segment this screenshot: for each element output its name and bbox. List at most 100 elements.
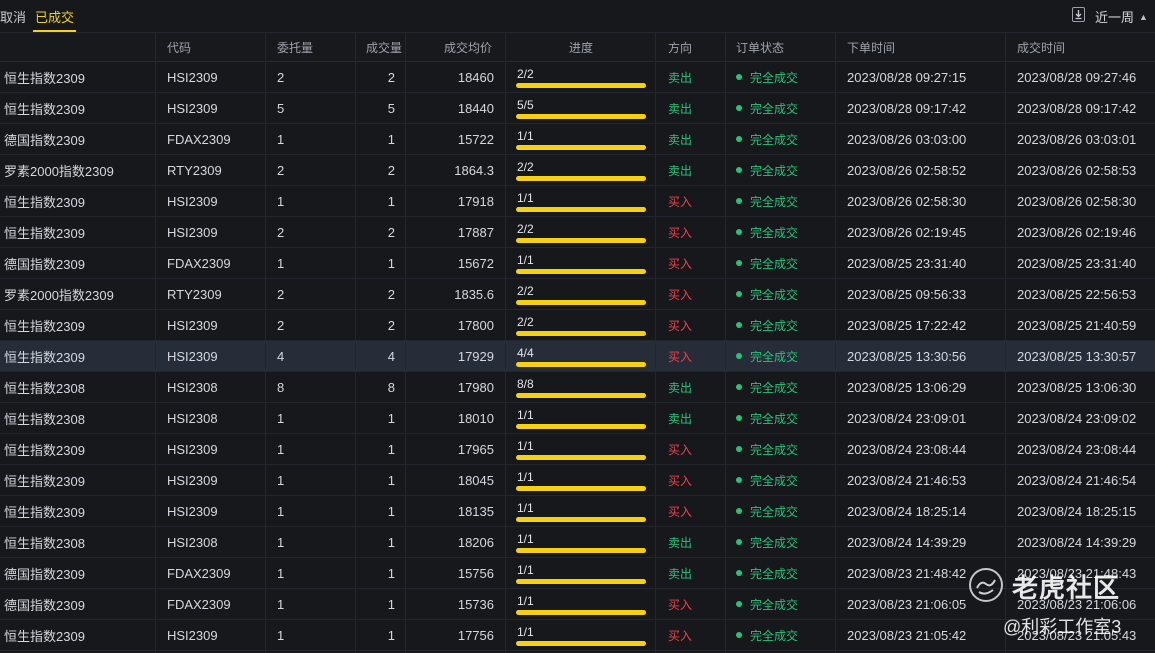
progress-text: 5/5 (517, 97, 534, 112)
period-select[interactable]: 近一周 ▲ (1095, 7, 1148, 26)
progress-fill (516, 299, 646, 305)
avg-price: 18206 (457, 534, 494, 550)
status-dot-icon (736, 415, 742, 421)
status-cell: 完全成交 (736, 620, 834, 650)
placed-time: 2023/08/25 23:31:40 (847, 255, 967, 271)
avg-price: 17980 (457, 379, 494, 395)
order-qty: 2 (277, 286, 285, 302)
filled-time: 2023/08/25 22:56:53 (1017, 286, 1137, 302)
progress-bar: 2/2 (506, 310, 646, 340)
order-qty: 1 (277, 472, 285, 488)
table-row[interactable]: 罗素2000指数2309 RTY2309 2 2 1835.6 2/2 买入 完全成交 2023… (0, 279, 1155, 310)
col-header-code[interactable]: 代码 (167, 33, 262, 61)
progress-fill (516, 454, 646, 460)
order-qty: 1 (277, 596, 285, 612)
filled-time: 2023/08/23 21:48:43 (1017, 565, 1137, 581)
status-dot-icon (736, 539, 742, 545)
status-label: 完全成交 (750, 380, 799, 395)
order-qty: 1 (277, 534, 285, 550)
placed-time: 2023/08/25 13:06:29 (847, 379, 967, 395)
direction-cell: 卖出 (668, 93, 726, 123)
progress-track (516, 361, 646, 367)
progress-bar: 1/1 (506, 620, 646, 650)
progress-cell: 8/8 (506, 372, 656, 402)
progress-text: 1/1 (517, 562, 534, 577)
table-row[interactable]: 德国指数2309 FDAX2309 1 1 15736 1/1 买入 完全成交 2023/08/… (0, 589, 1155, 620)
instrument-code: FDAX2309 (167, 255, 231, 271)
filled-time: 2023/08/26 02:19:46 (1017, 224, 1137, 240)
progress-track (516, 392, 646, 398)
status-dot-icon (736, 508, 742, 514)
table-row[interactable]: 恒生指数2309 HSI2309 2 2 17800 2/2 买入 完全成交 2023/08/2… (0, 310, 1155, 341)
table-row[interactable]: 恒生指数2309 HSI2309 1 1 17918 1/1 买入 完全成交 2023/08/2… (0, 186, 1155, 217)
column-divider (355, 33, 356, 653)
progress-cell: 1/1 (506, 589, 656, 619)
filled-time: 2023/08/25 23:31:40 (1017, 255, 1137, 271)
tab-cancelled[interactable]: 取消 (0, 7, 26, 26)
period-select-label: 近一周 (1095, 10, 1135, 25)
status-dot-icon (736, 353, 742, 359)
caret-up-icon: ▲ (1139, 12, 1148, 22)
progress-bar: 1/1 (506, 186, 646, 216)
progress-text: 1/1 (517, 469, 534, 484)
status-cell: 完全成交 (736, 310, 834, 340)
status-label: 完全成交 (750, 535, 799, 550)
col-header-placed-time[interactable]: 下单时间 (847, 33, 1007, 61)
progress-cell: 1/1 (506, 186, 656, 216)
progress-bar: 1/1 (506, 124, 646, 154)
table-row[interactable]: 恒生指数2309 HSI2309 1 1 18045 1/1 买入 完全成交 2023/08/2… (0, 465, 1155, 496)
progress-bar: 2/2 (506, 217, 646, 247)
col-header-filled-time[interactable]: 成交时间 (1017, 33, 1155, 61)
direction-label: 卖出 (668, 535, 693, 550)
filled-time: 2023/08/25 13:06:30 (1017, 379, 1137, 395)
progress-bar: 1/1 (506, 434, 646, 464)
progress-fill (516, 113, 646, 119)
instrument-name: 恒生指数2309 (4, 225, 85, 241)
progress-cell: 1/1 (506, 496, 656, 526)
status-cell: 完全成交 (736, 217, 834, 247)
table-row[interactable]: 德国指数2309 FDAX2309 1 1 15756 1/1 卖出 完全成交 2023/08/… (0, 558, 1155, 589)
order-qty: 1 (277, 255, 285, 271)
table-row[interactable]: 恒生指数2309 HSI2309 1 1 18135 1/1 买入 完全成交 2023/08/2… (0, 496, 1155, 527)
table-row[interactable]: 恒生指数2309 HSI2309 2 2 17887 2/2 买入 完全成交 2023/08/2… (0, 217, 1155, 248)
table-row[interactable]: 恒生指数2309 HSI2309 5 5 18440 5/5 卖出 完全成交 2023/08/2… (0, 93, 1155, 124)
progress-cell: 4/4 (506, 341, 656, 371)
instrument-code: HSI2309 (167, 224, 218, 240)
avg-price: 17887 (457, 224, 494, 240)
table-row[interactable]: 恒生指数2308 HSI2308 1 1 18010 1/1 卖出 完全成交 2023/08/2… (0, 403, 1155, 434)
filled-time: 2023/08/24 21:46:54 (1017, 472, 1137, 488)
col-header-filled-qty[interactable]: 成交量 (366, 33, 406, 61)
instrument-name: 恒生指数2309 (4, 318, 85, 334)
col-header-status[interactable]: 订单状态 (736, 33, 834, 61)
status-label: 完全成交 (750, 256, 799, 271)
col-header-order-qty[interactable]: 委托量 (277, 33, 357, 61)
table-row[interactable]: 恒生指数2308 HSI2308 8 8 17980 8/8 卖出 完全成交 2023/08/2… (0, 372, 1155, 403)
table-row[interactable]: 恒生指数2309 HSI2309 1 1 17965 1/1 买入 完全成交 2023/08/2… (0, 434, 1155, 465)
progress-bar: 1/1 (506, 589, 646, 619)
status-cell: 完全成交 (736, 589, 834, 619)
table-row[interactable]: 罗素2000指数2309 RTY2309 2 2 1864.3 2/2 卖出 完全成交 2023… (0, 155, 1155, 186)
col-header-direction[interactable]: 方向 (668, 33, 726, 61)
download-icon[interactable] (1072, 7, 1085, 22)
instrument-name: 德国指数2309 (4, 566, 85, 582)
filled-qty: 8 (387, 379, 395, 395)
table-row[interactable]: 恒生指数2308 HSI2308 1 1 18206 1/1 卖出 完全成交 2023/08/2… (0, 527, 1155, 558)
progress-cell: 1/1 (506, 465, 656, 495)
placed-time: 2023/08/26 02:19:45 (847, 224, 967, 240)
table-row[interactable]: 德国指数2309 FDAX2309 1 1 15722 1/1 卖出 完全成交 2023/08/… (0, 124, 1155, 155)
filled-qty: 1 (387, 565, 395, 581)
tab-filled[interactable]: 已成交 (33, 7, 77, 32)
direction-cell: 卖出 (668, 527, 726, 557)
col-header-progress[interactable]: 进度 (506, 33, 656, 61)
table-row[interactable]: 恒生指数2309 HSI2309 2 2 18460 2/2 卖出 完全成交 2023/08/2… (0, 62, 1155, 93)
table-row[interactable]: 恒生指数2309 HSI2309 4 4 17929 4/4 买入 完全成交 2023/08/2… (0, 341, 1155, 372)
table-row[interactable]: 恒生指数2309 HSI2309 1 1 17756 1/1 买入 完全成交 2023/08/2… (0, 620, 1155, 651)
col-header-name[interactable] (4, 33, 154, 61)
progress-fill (516, 609, 646, 615)
table-row[interactable]: 德国指数2309 FDAX2309 1 1 15672 1/1 买入 完全成交 2023/08/… (0, 248, 1155, 279)
filled-time: 2023/08/24 18:25:15 (1017, 503, 1137, 519)
tab-filled-label: 已成交 (35, 10, 75, 25)
status-cell: 完全成交 (736, 124, 834, 154)
col-header-avg-price[interactable]: 成交均价 (405, 33, 492, 61)
status-label: 完全成交 (750, 597, 799, 612)
